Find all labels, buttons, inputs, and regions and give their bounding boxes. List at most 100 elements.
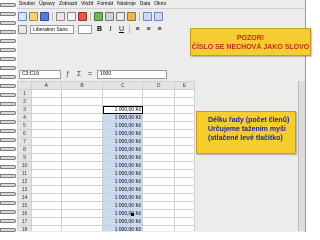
row-header[interactable]: 3 bbox=[17, 105, 32, 114]
sum-icon[interactable]: Σ bbox=[75, 71, 83, 79]
cell[interactable] bbox=[142, 177, 176, 186]
undo-icon[interactable] bbox=[143, 11, 152, 21]
row-header[interactable]: 9 bbox=[17, 153, 32, 162]
row-header[interactable]: 2 bbox=[17, 97, 32, 106]
redo-icon[interactable] bbox=[154, 11, 163, 21]
cell[interactable] bbox=[142, 201, 176, 210]
cell[interactable] bbox=[60, 225, 104, 231]
cell[interactable] bbox=[30, 193, 62, 202]
menu-item[interactable]: Úpravy bbox=[37, 1, 57, 7]
cell[interactable] bbox=[142, 89, 176, 98]
column-header-e[interactable]: E bbox=[174, 81, 195, 90]
cell[interactable] bbox=[30, 225, 62, 231]
cut-icon[interactable] bbox=[105, 11, 114, 21]
cell[interactable] bbox=[142, 121, 176, 130]
equals-icon[interactable]: = bbox=[86, 71, 94, 79]
menu-item[interactable]: Formát bbox=[95, 1, 115, 7]
row-header[interactable]: 11 bbox=[17, 169, 32, 178]
cell[interactable] bbox=[30, 153, 62, 162]
cell[interactable] bbox=[30, 137, 62, 146]
cell[interactable] bbox=[60, 121, 104, 130]
cell[interactable] bbox=[142, 145, 176, 154]
cell[interactable]: 1 000,00 Kč bbox=[102, 177, 144, 186]
cell[interactable] bbox=[142, 137, 176, 146]
cell[interactable] bbox=[30, 169, 62, 178]
cell[interactable] bbox=[30, 129, 62, 138]
cell[interactable] bbox=[174, 201, 195, 210]
cell[interactable] bbox=[142, 169, 176, 178]
cell[interactable] bbox=[30, 145, 62, 154]
cell[interactable] bbox=[60, 177, 104, 186]
cell[interactable]: 1 000,00 Kč bbox=[102, 113, 144, 122]
row-header[interactable]: 14 bbox=[17, 193, 32, 202]
font-size-select[interactable] bbox=[78, 25, 92, 34]
export-pdf-icon[interactable] bbox=[78, 11, 87, 21]
row-header[interactable]: 16 bbox=[17, 209, 32, 218]
cell[interactable] bbox=[60, 201, 104, 210]
cell[interactable] bbox=[30, 105, 62, 114]
row-header[interactable]: 12 bbox=[17, 177, 32, 186]
cell[interactable] bbox=[142, 217, 176, 226]
function-wizard-icon[interactable]: ƒ bbox=[64, 71, 72, 79]
edit-file-icon[interactable] bbox=[56, 11, 65, 21]
cell[interactable] bbox=[60, 89, 104, 98]
row-header[interactable]: 8 bbox=[17, 145, 32, 154]
cell[interactable] bbox=[30, 217, 62, 226]
cell[interactable]: 1 000,00 Kč bbox=[102, 217, 144, 226]
menu-item[interactable]: Nástroje bbox=[115, 1, 138, 7]
cell[interactable] bbox=[142, 225, 176, 231]
cell[interactable] bbox=[30, 113, 62, 122]
cell[interactable] bbox=[174, 137, 195, 146]
cell[interactable] bbox=[60, 185, 104, 194]
menu-item[interactable]: Zobrazit bbox=[57, 1, 79, 7]
cell[interactable] bbox=[30, 161, 62, 170]
cell[interactable] bbox=[174, 185, 195, 194]
row-header[interactable]: 1 bbox=[17, 89, 32, 98]
menu-item[interactable]: Data bbox=[138, 1, 153, 7]
cell[interactable]: 1 000,00 Kč bbox=[102, 225, 144, 231]
paste-icon[interactable] bbox=[127, 11, 136, 21]
column-header-a[interactable]: A bbox=[30, 81, 62, 90]
cell[interactable] bbox=[142, 209, 176, 218]
formula-input[interactable]: 1000 bbox=[97, 70, 167, 79]
cell[interactable] bbox=[142, 185, 176, 194]
cell[interactable]: 1 000,00 Kč bbox=[102, 201, 144, 210]
cell[interactable]: 1 000,00 Kč bbox=[102, 105, 144, 114]
cell[interactable] bbox=[60, 209, 104, 218]
cell[interactable] bbox=[60, 129, 104, 138]
cell[interactable] bbox=[142, 113, 176, 122]
row-header[interactable]: 5 bbox=[17, 121, 32, 130]
new-document-icon[interactable] bbox=[18, 11, 27, 21]
styles-icon[interactable] bbox=[18, 25, 27, 34]
cell[interactable] bbox=[60, 137, 104, 146]
column-header-c[interactable]: C bbox=[102, 81, 144, 90]
cell[interactable] bbox=[30, 97, 62, 106]
menu-item[interactable]: Soubor bbox=[17, 1, 37, 7]
cell[interactable] bbox=[174, 193, 195, 202]
cell[interactable] bbox=[30, 121, 62, 130]
vertical-scrollbar[interactable] bbox=[298, 81, 305, 231]
cell[interactable] bbox=[174, 161, 195, 170]
cell[interactable] bbox=[142, 153, 176, 162]
cell[interactable] bbox=[142, 129, 176, 138]
bold-icon[interactable]: B bbox=[95, 25, 104, 34]
cell[interactable] bbox=[142, 105, 176, 114]
cell[interactable] bbox=[60, 105, 104, 114]
cell[interactable] bbox=[102, 97, 144, 106]
cell[interactable] bbox=[30, 89, 62, 98]
cell[interactable] bbox=[174, 225, 195, 231]
cell[interactable]: 1 000,00 Kč bbox=[102, 169, 144, 178]
cell[interactable]: 1 000,00 Kč bbox=[102, 209, 144, 218]
cell[interactable] bbox=[174, 217, 195, 226]
cell[interactable] bbox=[60, 153, 104, 162]
cell[interactable] bbox=[30, 177, 62, 186]
cell[interactable]: 1 000,00 Kč bbox=[102, 193, 144, 202]
name-box[interactable]: C3:C19 bbox=[19, 70, 61, 79]
cell[interactable] bbox=[174, 89, 195, 98]
row-header[interactable]: 13 bbox=[17, 185, 32, 194]
align-left-icon[interactable]: ≡ bbox=[133, 25, 142, 34]
cell[interactable] bbox=[142, 97, 176, 106]
cell[interactable] bbox=[60, 217, 104, 226]
cell[interactable] bbox=[174, 153, 195, 162]
cell[interactable] bbox=[60, 193, 104, 202]
